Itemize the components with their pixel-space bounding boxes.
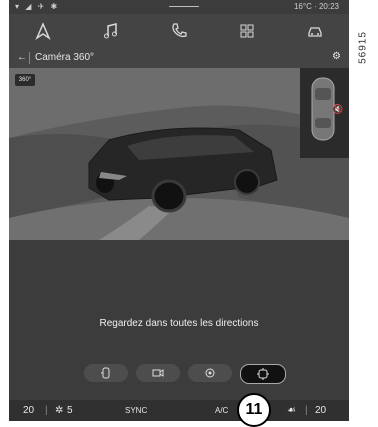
nav-navigation[interactable] — [9, 14, 77, 48]
view-mode-button[interactable]: 360° — [15, 74, 35, 86]
apps-icon — [240, 24, 254, 38]
camera-view: 360° — [9, 68, 349, 240]
right-temperature[interactable]: 20 — [315, 405, 326, 416]
fan-speed[interactable]: 5 — [67, 405, 73, 416]
nav-music[interactable] — [77, 14, 145, 48]
camera-button[interactable] — [136, 364, 180, 382]
nav-apps[interactable] — [213, 14, 281, 48]
navigation-icon — [35, 22, 51, 41]
left-temperature[interactable]: 20 — [23, 405, 34, 416]
camera-image — [9, 68, 349, 240]
camera-icon — [152, 369, 164, 377]
ac-button[interactable]: A/C — [215, 406, 228, 415]
callout-number: 11 — [237, 393, 271, 427]
360-view-button[interactable] — [188, 364, 232, 382]
infotainment-screen: ▾ ◢ ✈ ✱ 16°C · 20:23 ← Caméra 360° ⚙ 360… — [9, 0, 349, 421]
title-bar: ← Caméra 360° ⚙ — [9, 48, 349, 68]
front-rear-camera-icon — [101, 367, 110, 379]
settings-gear-icon[interactable]: ⚙ — [332, 51, 341, 62]
climate-separator-right: | — [305, 405, 308, 416]
status-icons: ▾ ◢ ✈ ✱ — [15, 2, 60, 11]
climate-separator: | — [45, 405, 48, 416]
nav-bar — [9, 14, 349, 48]
360-view-icon — [205, 368, 215, 378]
vehicle-icon — [308, 27, 322, 37]
nav-vehicle[interactable] — [281, 14, 349, 48]
music-icon — [104, 23, 117, 39]
instruction-text: Regardez dans toutes les directions — [99, 318, 259, 329]
camera-mode-bar — [84, 364, 286, 384]
figure-code-label: 56915 — [357, 31, 369, 64]
front-rear-camera-button[interactable] — [84, 364, 128, 382]
all-directions-icon — [257, 368, 269, 380]
climate-bar: 20 | ✲ 5 SYNC A/C ☙ | 20 — [9, 400, 349, 421]
nav-phone[interactable] — [145, 14, 213, 48]
page-title: Caméra 360° — [35, 52, 95, 63]
fan-icon[interactable]: ✲ — [55, 405, 63, 416]
status-indicator — [169, 6, 199, 7]
back-icon[interactable]: ← — [17, 52, 27, 63]
temperature-time: 16°C · 20:23 — [293, 2, 339, 11]
all-directions-button[interactable] — [240, 364, 286, 384]
seat-heat-icon[interactable]: ☙ — [287, 405, 296, 416]
sync-button[interactable]: SYNC — [125, 406, 147, 415]
car-overview-panel: 🔇 — [300, 68, 349, 158]
status-bar: ▾ ◢ ✈ ✱ 16°C · 20:23 — [9, 0, 349, 14]
mute-sound-icon[interactable]: 🔇 — [332, 104, 343, 115]
title-separator — [29, 52, 30, 64]
figure-code: 56915 — [357, 8, 371, 88]
phone-icon — [172, 23, 187, 38]
